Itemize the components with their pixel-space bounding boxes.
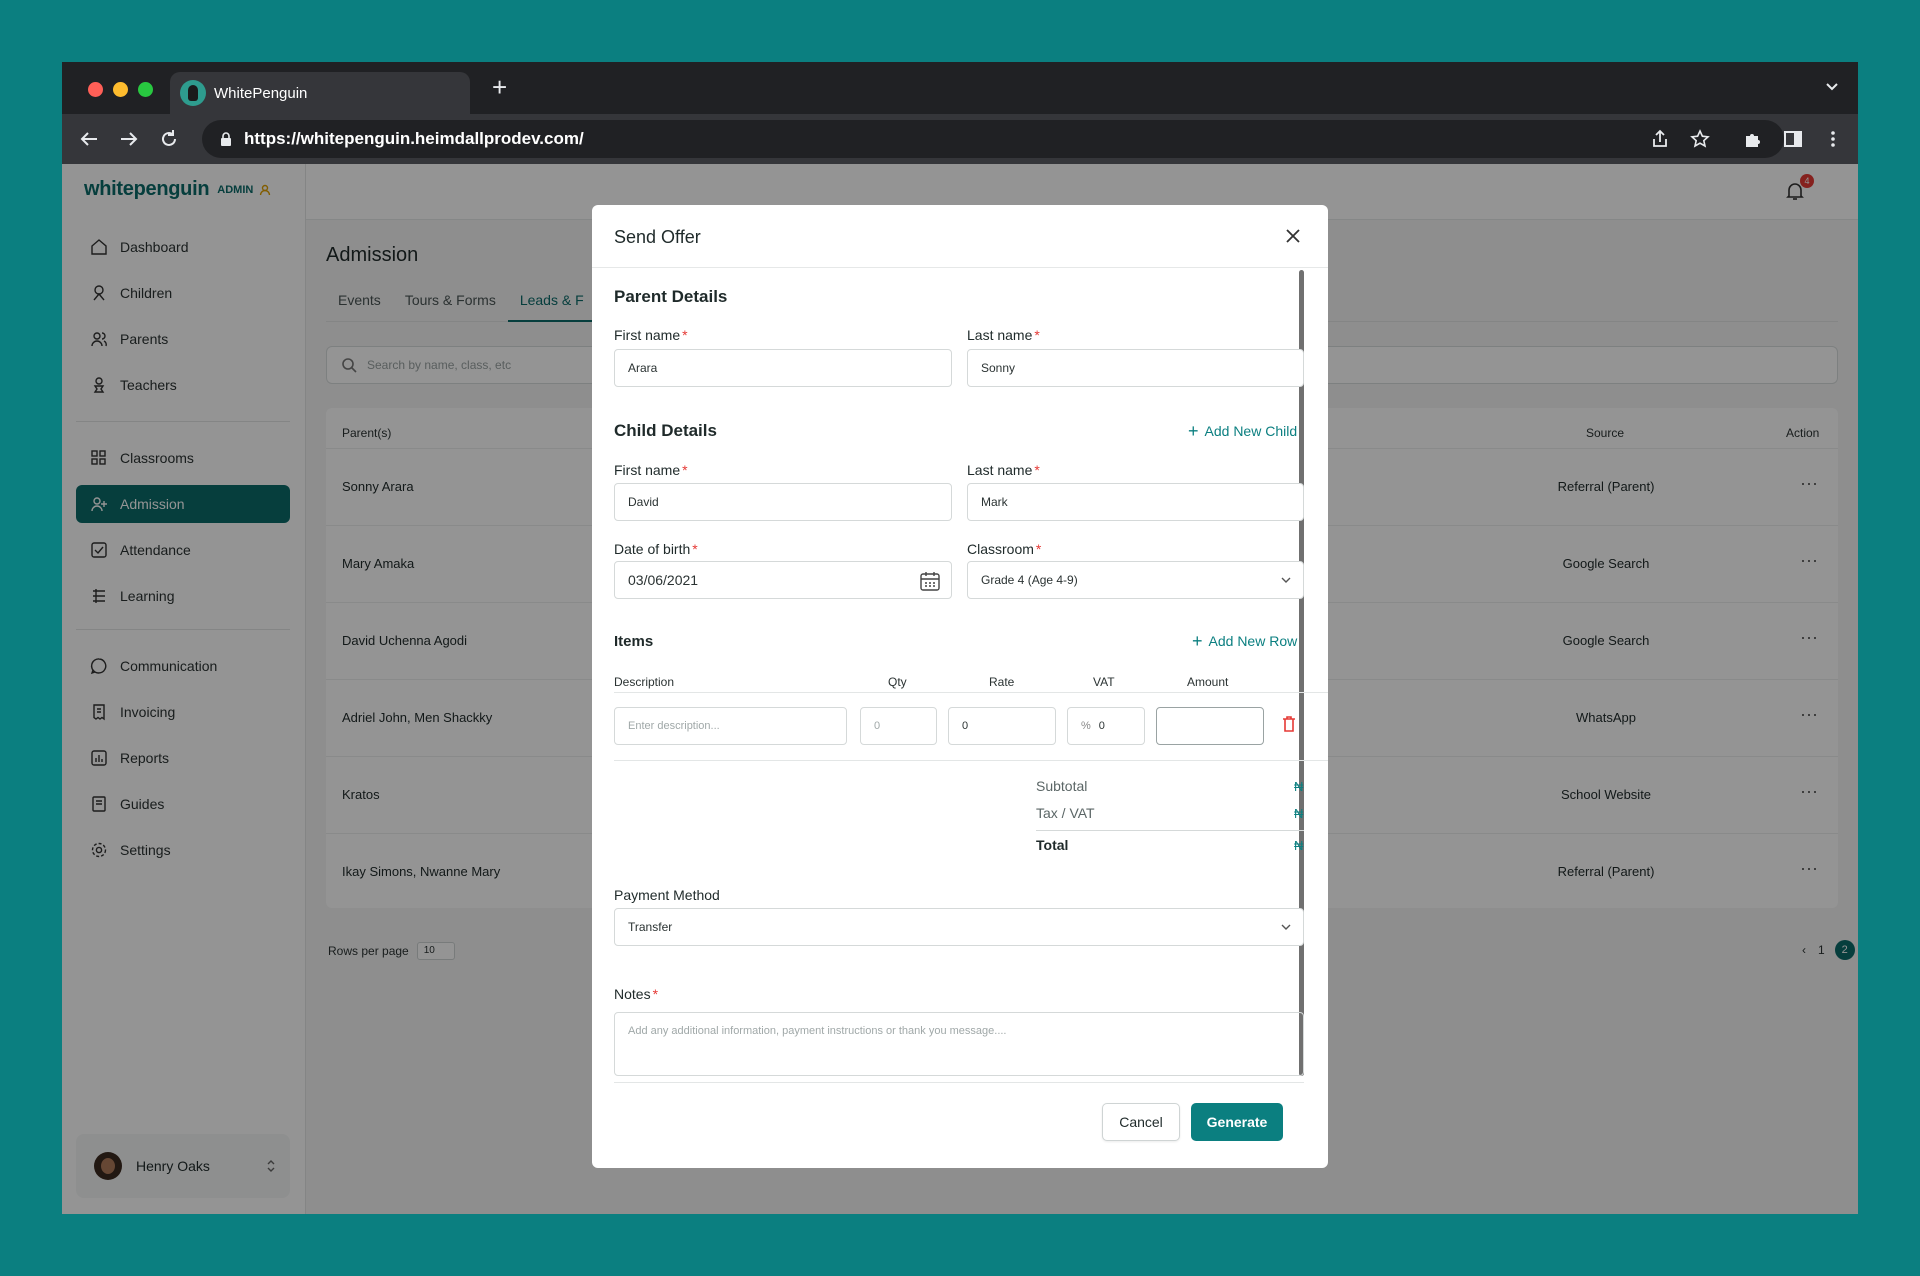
tab-title: WhitePenguin — [214, 84, 308, 102]
modal-title: Send Offer — [614, 227, 701, 247]
dob-label: Date of birth * — [614, 541, 698, 557]
items-heading: Items — [614, 633, 654, 650]
tab-bar: WhitePenguin + — [62, 62, 1858, 114]
items-footer-divider — [614, 760, 1328, 761]
dob-value: 03/06/2021 — [628, 572, 699, 588]
item-qty-field[interactable]: 0 — [860, 707, 937, 745]
parent-first-name-field[interactable]: Arara — [614, 349, 952, 387]
item-description-field[interactable]: Enter description... — [614, 707, 847, 745]
item-vat-field[interactable]: % 0 — [1067, 707, 1145, 745]
modal-scrollbar[interactable] — [1299, 270, 1304, 1076]
bookmark-star-icon[interactable] — [1689, 128, 1711, 150]
total-divider — [1036, 830, 1304, 831]
total-value: ₦ — [1294, 838, 1304, 853]
cancel-button[interactable]: Cancel — [1102, 1103, 1180, 1141]
back-arrow-icon[interactable] — [78, 128, 100, 150]
browser-menu-icon[interactable] — [1822, 128, 1844, 150]
generate-button[interactable]: Generate — [1191, 1103, 1283, 1141]
add-new-child-button[interactable]: + Add New Child — [1188, 422, 1297, 440]
calendar-icon[interactable] — [919, 570, 941, 592]
tax-label: Tax / VAT — [1036, 805, 1095, 821]
add-new-row-button[interactable]: + Add New Row — [1192, 632, 1297, 650]
item-amount-field[interactable] — [1156, 707, 1264, 745]
payment-method-label: Payment Method — [614, 887, 720, 903]
tax-value: ₦ — [1294, 806, 1304, 821]
parent-last-name-field[interactable]: Sonny — [967, 349, 1304, 387]
address-bar: https://whitepenguin.heimdallprodev.com/ — [62, 114, 1858, 164]
classroom-select[interactable]: Grade 4 (Age 4-9) — [967, 561, 1304, 599]
notes-label: Notes * — [614, 986, 659, 1002]
penguin-favicon-icon — [180, 80, 206, 106]
parent-first-name-label: First name * — [614, 327, 688, 343]
column-header-vat: VAT — [1093, 675, 1115, 689]
payment-method-value: Transfer — [628, 920, 673, 934]
subtotal-value: ₦ — [1294, 779, 1304, 794]
browser-tab[interactable]: WhitePenguin — [170, 72, 470, 114]
column-header-description: Description — [614, 675, 675, 689]
payment-method-select[interactable]: Transfer — [614, 908, 1304, 946]
lock-icon — [221, 132, 231, 146]
share-icon[interactable] — [1649, 128, 1671, 150]
child-details-heading: Child Details — [614, 421, 717, 440]
reload-icon[interactable] — [158, 128, 180, 150]
modal-header: Send Offer — [592, 205, 1328, 268]
child-first-name-field[interactable]: David — [614, 483, 952, 521]
classroom-label: Classroom * — [967, 541, 1042, 557]
trash-icon[interactable] — [1282, 716, 1296, 732]
tab-list-chevron-icon[interactable] — [1824, 78, 1840, 94]
send-offer-modal: Send Offer Parent Details First name * La… — [592, 205, 1328, 1168]
items-header-divider — [614, 692, 1328, 693]
dob-field[interactable]: 03/06/2021 — [614, 561, 952, 599]
column-header-amount: Amount — [1187, 675, 1229, 689]
new-tab-button[interactable]: + — [492, 74, 507, 100]
item-rate-field[interactable]: 0 — [948, 707, 1056, 745]
column-header-qty: Qty — [888, 675, 907, 689]
url-field[interactable]: https://whitepenguin.heimdallprodev.com/ — [202, 120, 1784, 158]
modal-footer-divider — [614, 1082, 1304, 1083]
child-last-name-label: Last name * — [967, 462, 1040, 478]
vat-value: 0 — [1098, 720, 1105, 732]
classroom-value: Grade 4 (Age 4-9) — [981, 573, 1078, 587]
child-last-name-field[interactable]: Mark — [967, 483, 1304, 521]
side-panel-icon[interactable] — [1782, 128, 1804, 150]
url-text: https://whitepenguin.heimdallprodev.com/ — [244, 129, 584, 148]
forward-arrow-icon[interactable] — [118, 128, 140, 150]
subtotal-label: Subtotal — [1036, 778, 1088, 794]
close-icon[interactable] — [1284, 227, 1302, 245]
chevron-down-icon — [1281, 924, 1291, 930]
maximize-window-button[interactable] — [138, 82, 153, 97]
parent-details-heading: Parent Details — [614, 287, 728, 306]
percent-prefix: % — [1081, 720, 1091, 732]
total-label: Total — [1036, 837, 1069, 853]
close-window-button[interactable] — [88, 82, 103, 97]
extensions-puzzle-icon[interactable] — [1742, 128, 1764, 150]
chevron-down-icon — [1281, 577, 1291, 583]
parent-last-name-label: Last name * — [967, 327, 1040, 343]
column-header-rate: Rate — [989, 675, 1015, 689]
child-first-name-label: First name * — [614, 462, 688, 478]
notes-field[interactable]: Add any additional information, payment … — [614, 1012, 1304, 1076]
minimize-window-button[interactable] — [113, 82, 128, 97]
